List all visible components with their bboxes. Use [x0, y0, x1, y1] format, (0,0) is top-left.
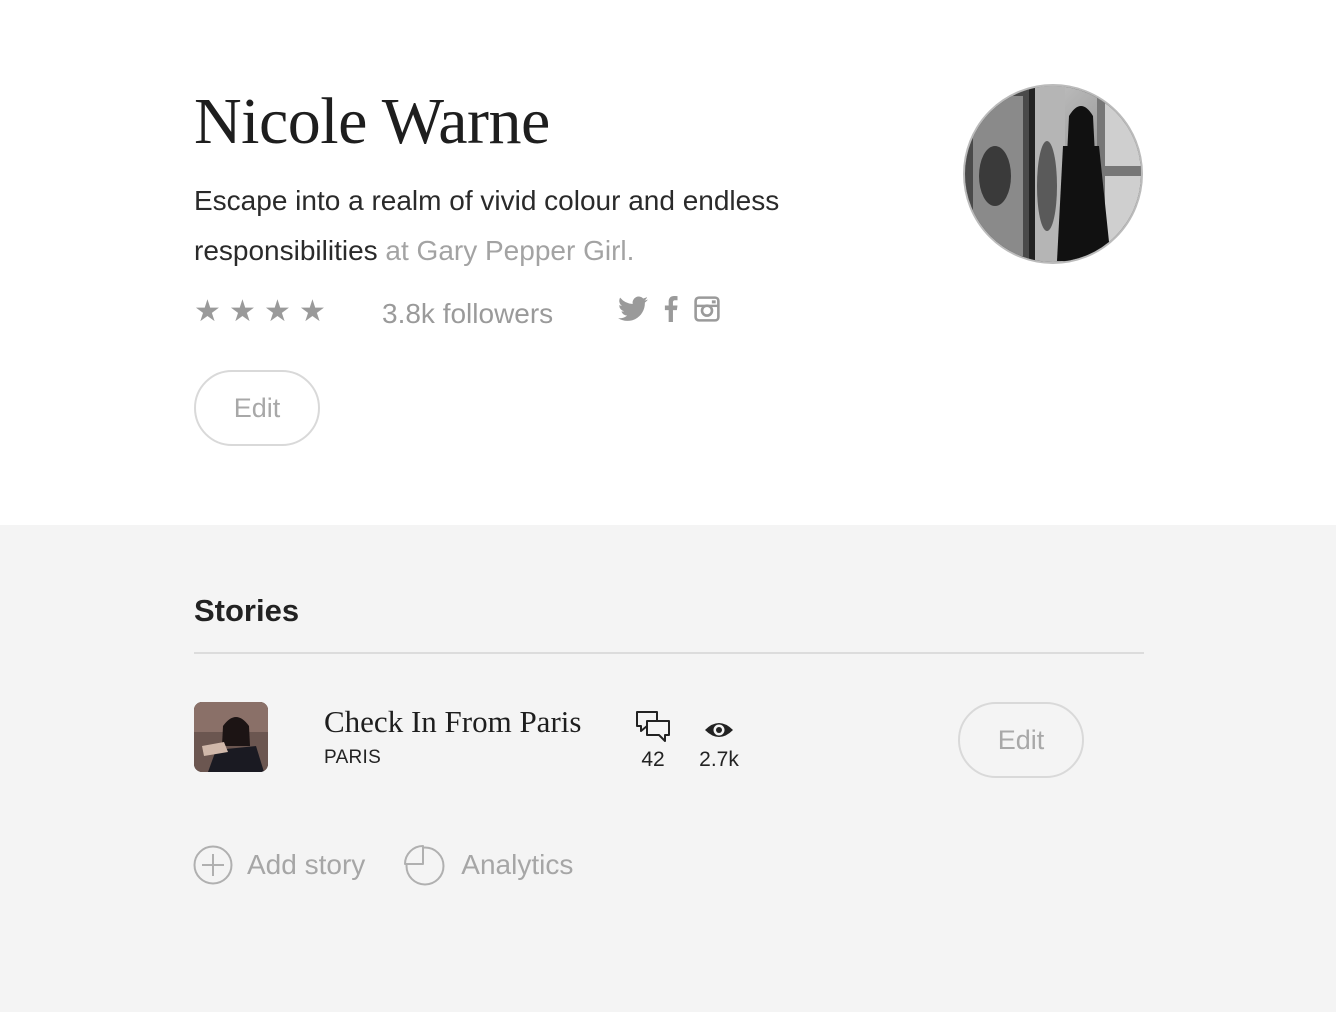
profile-header: Nicole Warne Escape into a realm of vivi…	[0, 0, 1336, 525]
story-actions: Add story Analytics	[193, 843, 611, 887]
plus-circle-icon	[193, 845, 233, 885]
edit-story-button[interactable]: Edit	[958, 702, 1084, 778]
publication-link[interactable]: at Gary Pepper Girl.	[378, 235, 634, 266]
comments-icon	[636, 711, 670, 742]
star-icon: ★	[299, 294, 326, 329]
analytics-button[interactable]: Analytics	[403, 843, 573, 887]
profile-name: Nicole Warne	[194, 85, 550, 158]
story-row[interactable]: Check In From Paris PARIS 42 2.7k Edit	[194, 702, 1144, 778]
edit-profile-button[interactable]: Edit	[194, 370, 320, 446]
eye-icon	[705, 723, 733, 737]
star-icon: ★	[229, 294, 256, 329]
stories-section: Stories Check In From Paris PARIS 42 2.7…	[0, 525, 1336, 1012]
pie-chart-icon	[404, 845, 445, 886]
stories-heading: Stories	[194, 593, 300, 628]
followers-count[interactable]: 3.8k followers	[382, 294, 553, 334]
story-thumbnail[interactable]	[194, 702, 268, 772]
story-title[interactable]: Check In From Paris	[324, 702, 581, 742]
star-icon: ★	[194, 294, 221, 329]
facebook-icon[interactable]	[664, 296, 678, 322]
add-story-button[interactable]: Add story	[193, 843, 365, 887]
add-story-label: Add story	[247, 849, 366, 880]
divider	[194, 652, 1144, 654]
comments-count: 42	[641, 748, 665, 771]
analytics-label: Analytics	[461, 849, 574, 880]
instagram-icon[interactable]	[694, 296, 720, 322]
views-count: 2.7k	[699, 748, 739, 771]
story-location: PARIS	[324, 747, 382, 768]
rating-stars: ★ ★ ★ ★	[193, 292, 327, 332]
comments-stat: 42	[623, 710, 683, 772]
twitter-icon[interactable]	[618, 296, 648, 322]
social-links	[618, 296, 720, 322]
avatar	[963, 84, 1143, 264]
profile-bio: Escape into a realm of vivid colour and …	[194, 176, 834, 276]
views-stat: 2.7k	[689, 710, 749, 772]
star-icon: ★	[264, 294, 291, 329]
